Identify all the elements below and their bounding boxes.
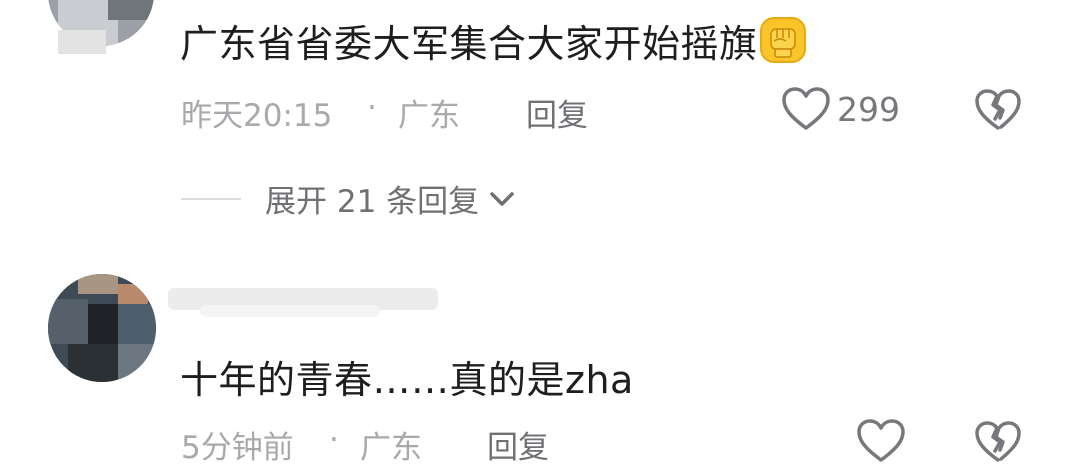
divider-line (181, 197, 241, 200)
expand-replies-label: 展开 21 条回复 (265, 184, 480, 220)
heart-outline-icon (782, 87, 830, 130)
reply-button[interactable]: 回复 (487, 422, 549, 467)
reply-button[interactable]: 回复 (526, 90, 588, 135)
meta-separator: · (329, 422, 339, 458)
comment-text-content: 广东省省委大军集合大家开始摇旗 (180, 22, 758, 66)
avatar[interactable] (48, 274, 156, 382)
username-blurred-shadow (200, 305, 380, 317)
chevron-down-icon (490, 191, 514, 206)
comment-text: 广东省省委大军集合大家开始摇旗 (180, 13, 806, 68)
expand-replies-button[interactable]: 展开 21 条回复 (181, 176, 517, 221)
broken-heart-icon[interactable] (974, 420, 1022, 464)
like-count: 299 (837, 89, 900, 129)
comment-text: 十年的青春……真的是zha (180, 349, 634, 404)
meta-separator: · (367, 90, 377, 126)
heart-outline-icon (857, 419, 905, 462)
comment-time: 5分钟前 (181, 430, 294, 466)
broken-heart-icon[interactable] (974, 88, 1022, 132)
comment-time: 昨天20:15 (181, 98, 333, 134)
like-button[interactable] (856, 418, 906, 464)
comment-location: 广东 (398, 98, 460, 134)
like-button[interactable]: 299 (781, 86, 900, 132)
comment-location: 广东 (360, 430, 422, 466)
raised-fist-emoji-icon (759, 17, 806, 63)
comment-text-content: 十年的青春……真的是zha (180, 358, 634, 402)
